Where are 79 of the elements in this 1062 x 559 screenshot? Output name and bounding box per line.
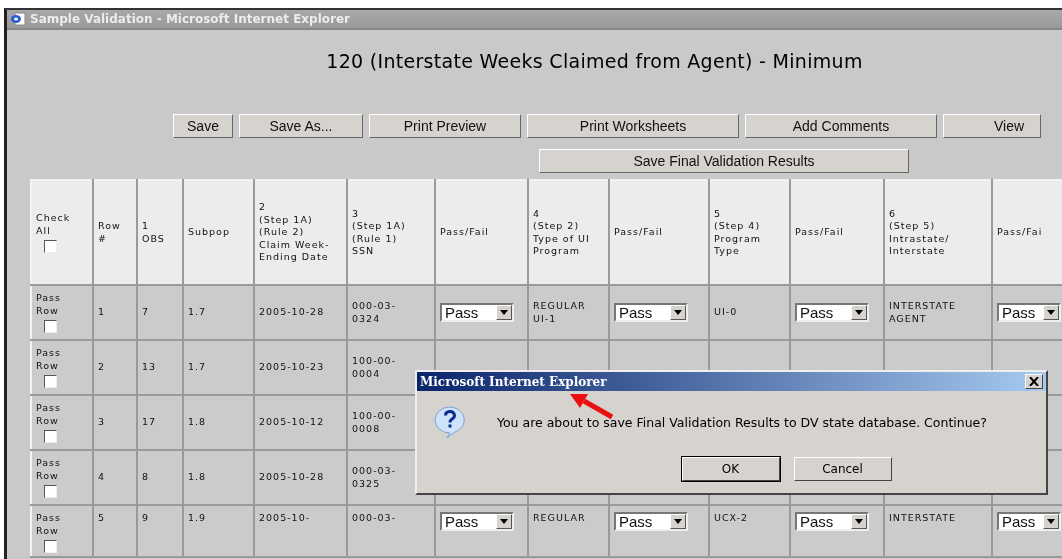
table-cell-text: INTERSTATE AGENT [889, 300, 957, 325]
pass-row-label: Pass Row [36, 402, 63, 427]
pass-row-label: Pass Row [36, 457, 63, 482]
table-cell-text: 1.8 [188, 416, 208, 429]
pass-row-checkbox[interactable] [44, 485, 57, 498]
table-cell-text: 000-03- [352, 512, 398, 525]
column-header: 5 (Step 4) Program Type [714, 207, 763, 258]
pass-fail-select[interactable]: Pass [997, 303, 1061, 322]
column-header: Subpop [188, 226, 231, 239]
column-header: Pass/Fail [614, 226, 664, 239]
column-header: Check All [36, 212, 72, 237]
column-header: Pass/Fai [997, 226, 1044, 239]
table-cell-text: 1.7 [188, 306, 208, 319]
page-heading: 120 (Interstate Weeks Claimed from Agent) - Minimum [325, 50, 864, 72]
pass-fail-select[interactable]: Pass [997, 512, 1061, 531]
pass-row-checkbox[interactable] [44, 540, 57, 553]
pass-row-checkbox[interactable] [44, 320, 57, 333]
toolbar-button[interactable]: Save As... [239, 114, 363, 138]
table-cell-text: 8 [142, 471, 151, 484]
table-cell-text: 2 [98, 361, 107, 374]
table-cell-text: 9 [142, 512, 151, 525]
pass-fail-select[interactable]: Pass [614, 303, 688, 322]
table-cell: 2005-10-28 [259, 306, 325, 319]
toolbar-button[interactable]: Save [173, 114, 233, 138]
column-header: 3 (Step 1A) (Rule 1) SSN [352, 207, 407, 258]
dialog-title: Microsoft Internet Explorer [420, 374, 607, 389]
toolbar-button[interactable]: Print Preview [369, 114, 521, 138]
table-cell-text: 4 [98, 471, 107, 484]
pass-row-label: Pass Row [36, 512, 63, 537]
column-header: Pass/Fail [795, 226, 845, 239]
dialog-button[interactable]: Cancel [793, 457, 892, 481]
column-header: 1 OBS [142, 220, 166, 245]
pass-fail-select[interactable]: Pass [614, 512, 688, 531]
toolbar-button[interactable]: View [943, 114, 1041, 138]
column-header: Row # [98, 220, 122, 245]
column-header: 4 (Step 2) Type of UI Program [533, 207, 591, 258]
table-cell: 2005-10-28 [259, 471, 325, 484]
table-cell-text: 5 [98, 512, 107, 525]
check-all-checkbox[interactable] [44, 240, 57, 253]
close-icon [1029, 377, 1039, 386]
table-cell-text: 1.8 [188, 471, 208, 484]
pass-fail-select[interactable]: Pass [440, 303, 514, 322]
table-cell-text: REGULAR UI-1 [533, 300, 587, 325]
table-cell-text: 3 [98, 416, 107, 429]
window-title: Sample Validation - Microsoft Internet Explorer [30, 12, 350, 26]
dialog-button[interactable]: OK [681, 457, 780, 481]
table-cell: 2005-10-12 [259, 416, 325, 429]
pass-fail-select[interactable]: Pass [440, 512, 514, 531]
toolbar-button[interactable]: Print Worksheets [527, 114, 739, 138]
table-cell-text: 1.9 [188, 512, 208, 525]
pass-fail-select[interactable]: Pass [795, 303, 869, 322]
column-header: 2 (Step 1A) (Rule 2) Claim Week-Ending Date [259, 201, 331, 264]
save-final-results-button[interactable]: Save Final Validation Results [539, 149, 909, 173]
table-cell-text: 2005-10- [259, 512, 312, 525]
pass-row-label: Pass Row [36, 347, 63, 372]
pass-fail-select[interactable]: Pass [795, 512, 869, 531]
table-cell-text: 100-00-0004 [352, 355, 398, 380]
table-cell-text: 7 [142, 306, 151, 319]
pass-row-checkbox[interactable] [44, 375, 57, 388]
table-cell-text: 000-03-0324 [352, 300, 398, 325]
column-header: Pass/Fail [440, 226, 490, 239]
table-cell: 2005-10-23 [259, 361, 325, 374]
table-cell-text: 1.7 [188, 361, 208, 374]
column-header: 6 (Step 5) Intrastate/ Interstate [889, 207, 951, 258]
table-cell-text: UI-0 [714, 306, 739, 319]
pass-row-label: Pass Row [36, 292, 63, 317]
table-cell-text: REGULAR [533, 512, 587, 525]
toolbar-button[interactable]: Add Comments [745, 114, 937, 138]
close-button[interactable] [1025, 374, 1043, 389]
table-cell-text: INTERSTATE [889, 512, 957, 525]
dialog-message: You are about to save Final Validation Results to DV state database. Continue? [497, 414, 987, 430]
table-cell-text: UCX-2 [714, 512, 750, 525]
table-cell-text: 13 [142, 361, 158, 374]
pass-row-checkbox[interactable] [44, 430, 57, 443]
question-icon [433, 405, 467, 439]
table-cell-text: 17 [142, 416, 158, 429]
table-cell-text: 1 [98, 306, 107, 319]
table-cell-text: 000-03-0325 [352, 465, 398, 490]
table-cell-text: 100-00-0008 [352, 410, 398, 435]
